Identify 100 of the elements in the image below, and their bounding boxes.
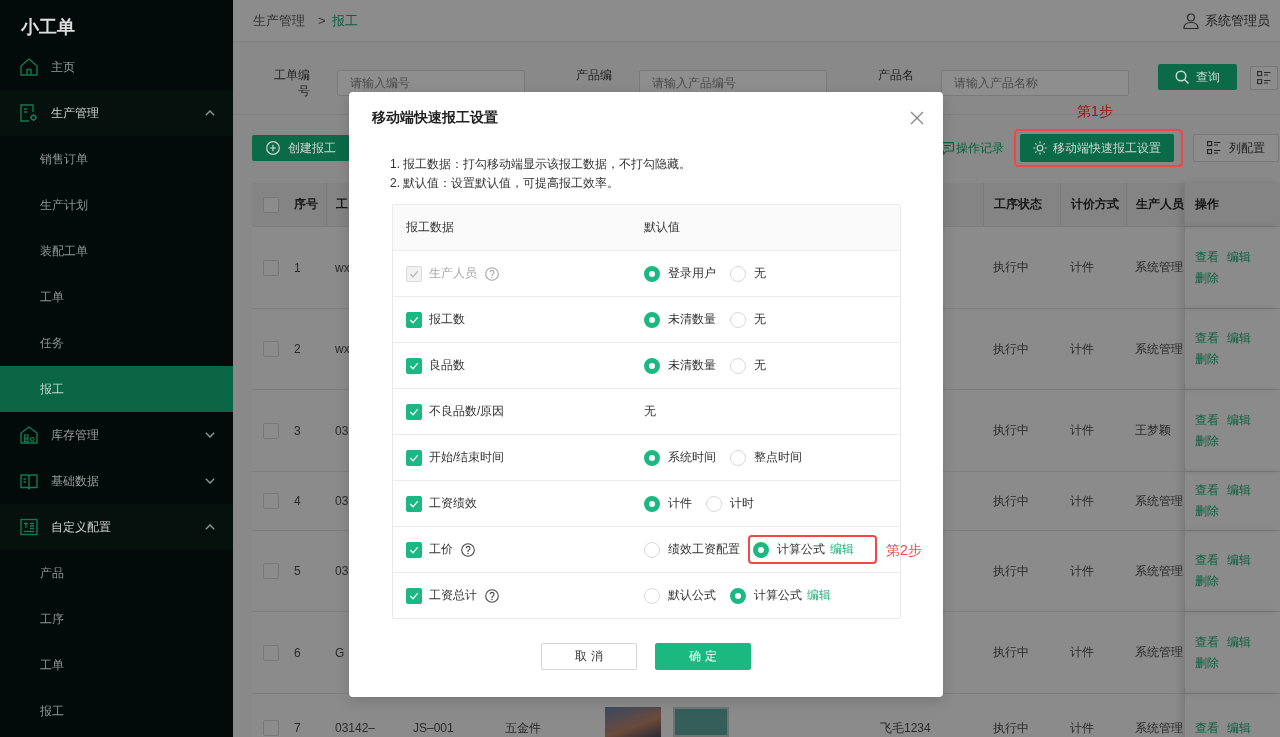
- filter-label: 工单编号: [273, 67, 310, 99]
- table-cell: 系统管理: [1135, 259, 1183, 276]
- table-cell: 五金件: [505, 719, 541, 737]
- nav-item[interactable]: 基础数据: [0, 458, 233, 504]
- sun-icon: [1033, 141, 1047, 155]
- table-cell: G: [335, 645, 345, 660]
- field-label: 工资绩效: [429, 495, 477, 512]
- radio-button[interactable]: [753, 541, 769, 558]
- search-button[interactable]: 查询: [1158, 64, 1237, 90]
- callout-label: 第2步: [886, 541, 922, 558]
- table-cell: 03: [335, 494, 349, 508]
- instruction-text: 1. 报工数据：打勾移动端显示该报工数据，不打勾隐藏。: [390, 156, 693, 173]
- edit-link[interactable]: 编辑: [830, 541, 854, 558]
- option-label: 未清数量: [668, 357, 716, 374]
- radio-button[interactable]: [730, 587, 746, 604]
- table-cell: 1: [294, 260, 301, 275]
- confirm-button[interactable]: 确 定: [655, 643, 751, 670]
- log-link[interactable]: 操作记录: [941, 139, 1004, 157]
- option-label: 整点时间: [754, 449, 802, 466]
- nav-subitem[interactable]: 报工: [0, 688, 233, 734]
- table-cell: 系统管理: [1135, 340, 1183, 358]
- column-header: 序号: [294, 196, 318, 213]
- nav-subitem[interactable]: 生产计划: [0, 182, 233, 228]
- edit-link[interactable]: 编辑: [807, 587, 831, 604]
- nav-subitem[interactable]: 报工: [0, 366, 233, 412]
- callout-label: 第1步: [1077, 103, 1113, 119]
- action-link[interactable]: 查看: [1195, 633, 1219, 651]
- column-config-button[interactable]: 列配置: [1193, 134, 1279, 162]
- checkmark-icon: [409, 268, 419, 279]
- action-link[interactable]: 编辑: [1227, 552, 1251, 569]
- action-link[interactable]: 编辑: [1227, 719, 1251, 737]
- radio-button[interactable]: [730, 449, 746, 466]
- nav-subitem[interactable]: 任务: [0, 320, 233, 366]
- action-link[interactable]: 查看: [1195, 482, 1219, 499]
- action-link[interactable]: 删除: [1195, 269, 1219, 287]
- action-link[interactable]: 删除: [1195, 503, 1219, 520]
- action-link[interactable]: 查看: [1195, 248, 1219, 266]
- nav-subitem[interactable]: 产品: [0, 550, 233, 596]
- radio-button[interactable]: [644, 495, 660, 512]
- action-link[interactable]: 编辑: [1227, 482, 1251, 499]
- radio-button[interactable]: [706, 495, 722, 512]
- table-cell: 4: [294, 494, 301, 508]
- checkbox[interactable]: [406, 495, 422, 512]
- radio-button[interactable]: [644, 311, 660, 328]
- column-settings-button[interactable]: [1250, 66, 1278, 90]
- nav-item[interactable]: 自定义配置: [0, 504, 233, 550]
- action-link[interactable]: 删除: [1195, 573, 1219, 590]
- mobile-settings-button[interactable]: 移动端快速报工设置: [1020, 134, 1174, 162]
- column-header: 操作: [1195, 196, 1219, 213]
- column-header: 计价方式: [1071, 196, 1119, 213]
- checkbox[interactable]: [406, 311, 422, 328]
- action-link[interactable]: 编辑: [1227, 411, 1251, 429]
- radio-button[interactable]: [644, 587, 660, 604]
- user-menu[interactable]: 系统管理员: [1183, 11, 1270, 30]
- radio-button[interactable]: [730, 357, 746, 374]
- table-cell: 执行中: [993, 422, 1029, 439]
- action-link[interactable]: 编辑: [1227, 248, 1251, 266]
- checkbox[interactable]: [406, 541, 422, 558]
- nav-subitem[interactable]: 装配工单: [0, 228, 233, 274]
- column-header: 工序状态: [994, 196, 1042, 213]
- nav-item[interactable]: 生产管理: [0, 90, 233, 136]
- checkbox[interactable]: [406, 357, 422, 374]
- nav-subitem[interactable]: 工单: [0, 274, 233, 320]
- nav-subitem[interactable]: 工单: [0, 642, 233, 688]
- table-cell: 计件: [1070, 259, 1094, 276]
- action-link[interactable]: 查看: [1195, 552, 1219, 569]
- action-link[interactable]: 编辑: [1227, 330, 1251, 347]
- table-cell: 计件: [1070, 492, 1094, 510]
- breadcrumb-item[interactable]: 生产管理: [253, 11, 305, 30]
- action-link[interactable]: 查看: [1195, 719, 1219, 737]
- checkbox[interactable]: [406, 587, 422, 604]
- radio-button[interactable]: [644, 357, 660, 374]
- chat-lines-icon: [941, 141, 954, 155]
- action-link[interactable]: 查看: [1195, 330, 1219, 347]
- action-link[interactable]: 删除: [1195, 432, 1219, 450]
- radio-button[interactable]: [644, 541, 660, 558]
- radio-button[interactable]: [644, 449, 660, 466]
- form-icon: [20, 518, 38, 536]
- checkmark-icon: [409, 452, 419, 463]
- nav-item[interactable]: 主页: [0, 44, 233, 90]
- action-link[interactable]: 删除: [1195, 351, 1219, 368]
- action-link[interactable]: 查看: [1195, 411, 1219, 429]
- cancel-button[interactable]: 取 消: [541, 643, 637, 670]
- nav-item[interactable]: 库存管理: [0, 412, 233, 458]
- dialog-title: 移动端快速报工设置: [372, 109, 498, 127]
- table-cell: wx: [335, 260, 350, 275]
- close-button[interactable]: [910, 111, 924, 125]
- table-cell: 执行中: [993, 644, 1029, 661]
- checkbox[interactable]: [406, 403, 422, 420]
- action-link[interactable]: 删除: [1195, 654, 1219, 672]
- nav-subitem[interactable]: 工序: [0, 596, 233, 642]
- radio-button[interactable]: [730, 311, 746, 328]
- default-value: 无: [644, 403, 656, 420]
- input-field[interactable]: 请输入产品名称: [941, 70, 1129, 96]
- breadcrumb-item[interactable]: 报工: [331, 11, 358, 30]
- table-cell: JS–001: [413, 721, 454, 735]
- checkbox[interactable]: [406, 449, 422, 466]
- create-button[interactable]: 创建报工: [252, 135, 350, 161]
- nav-subitem[interactable]: 销售订单: [0, 136, 233, 182]
- action-link[interactable]: 编辑: [1227, 633, 1251, 651]
